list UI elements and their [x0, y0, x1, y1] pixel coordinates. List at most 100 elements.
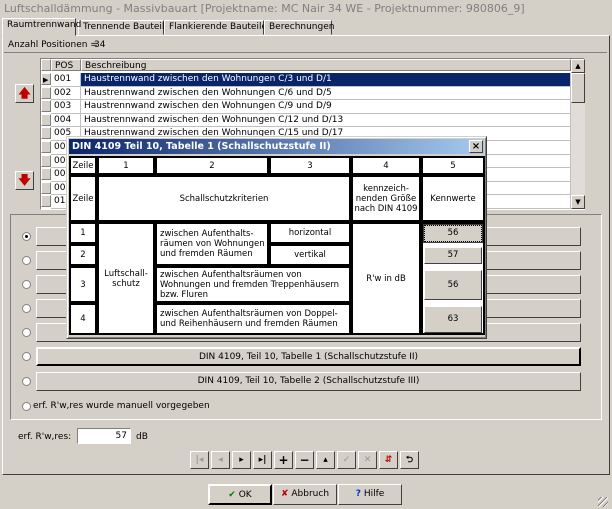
row-pos[interactable]: 002 — [51, 86, 81, 101]
kennwert-57-vertikal[interactable]: 57 — [424, 247, 482, 264]
option-radio-6[interactable] — [22, 352, 31, 361]
hdr-5: 5 — [421, 156, 485, 175]
option-tabelle1-button[interactable]: DIN 4109, Teil 10, Tabelle 1 (Schallschu… — [36, 347, 581, 366]
row-indicator — [41, 113, 51, 126]
ok-button[interactable]: ✔ OK — [208, 484, 272, 505]
erf-input[interactable]: 57 — [77, 428, 131, 444]
row-indicator — [41, 195, 51, 208]
abbruch-button[interactable]: ✘ Abbruch — [273, 484, 337, 505]
close-icon[interactable]: × — [469, 140, 483, 153]
option-radio-3[interactable] — [22, 280, 31, 289]
x-icon: ✘ — [280, 489, 289, 499]
zeile-2: 2 — [69, 244, 97, 266]
erf-label: erf. R'w,res: — [18, 432, 72, 442]
zeile-3: 3 — [69, 266, 97, 303]
row-indicator — [41, 100, 51, 113]
kennwert-56-treppenhaus[interactable]: 56 — [424, 270, 482, 300]
post-icon[interactable]: ✓ — [337, 451, 356, 469]
resize-grip[interactable] — [598, 497, 608, 507]
row-indicator — [41, 141, 51, 153]
hilfe-label: Hilfe — [363, 489, 385, 499]
row4-text: zwischen Aufenthaltsräumen von Doppel- u… — [155, 303, 351, 335]
manual-label: erf. R'w,res wurde manuell vorgegeben — [33, 401, 210, 411]
grid-scrollbar[interactable]: ▲ ▼ — [571, 59, 585, 209]
hdr-1: 1 — [97, 156, 155, 175]
move-down-button[interactable]: 🡇 — [15, 171, 34, 190]
row1-text: zwischen Aufenthalts-räumen von Wohnunge… — [155, 222, 269, 266]
hdr-2: 2 — [155, 156, 269, 175]
grid-header-pos[interactable]: POS — [51, 59, 81, 71]
row-beschreibung[interactable]: Haustrennwand zwischen den Wohnungen C/9… — [81, 100, 571, 114]
row-indicator — [41, 154, 51, 167]
undo-icon[interactable]: ⮌ — [400, 451, 419, 469]
row-indicator — [41, 181, 51, 194]
cancel-icon[interactable]: ✕ — [358, 451, 377, 469]
arrow-down-icon: 🡇 — [18, 173, 31, 187]
edit-icon[interactable]: ▴ — [316, 451, 335, 469]
window-title: Luftschalldämmung - Massivbauart [Projek… — [0, 0, 612, 17]
refresh-icon[interactable]: ⇵ — [379, 451, 398, 469]
prior-icon[interactable]: ◂ — [211, 451, 230, 469]
option-tabelle2-button[interactable]: DIN 4109, Teil 10, Tabelle 2 (Schallschu… — [36, 372, 581, 391]
hdr-4: 4 — [351, 156, 421, 175]
row2-groesse: kennzeich-nenden Größe nach DIN 4109 — [351, 175, 421, 222]
row-pos[interactable]: 003 — [51, 100, 81, 114]
hdr-3: 3 — [269, 156, 351, 175]
row-beschreibung[interactable]: Haustrennwand zwischen den Wohnungen C/1… — [81, 113, 571, 128]
tab-trennende-bauteile[interactable]: Trennende Bauteile — [78, 20, 170, 35]
positions-label: Anzahl Positionen = — [8, 40, 98, 50]
zeile-1: 1 — [69, 222, 97, 244]
db-navigator: |◂ ◂ ▸ ▸| + − ▴ ✓ ✕ ⇵ ⮌ — [190, 449, 423, 471]
row-indicator — [41, 127, 51, 140]
zeile-4: 4 — [69, 303, 97, 335]
row-pos[interactable]: 004 — [51, 113, 81, 128]
delete-icon[interactable]: − — [295, 451, 314, 469]
option-radio-7[interactable] — [22, 377, 31, 386]
scroll-thumb[interactable] — [571, 73, 585, 103]
positions-count: 34 — [94, 40, 106, 50]
question-icon: ? — [355, 489, 361, 499]
row2-kriterien: Schallschutzkriterien — [97, 175, 351, 222]
dialog-table: Zeile 1 2 3 4 5 Zeile Schallschutzkriter… — [69, 154, 485, 336]
row-indicator: ▶ — [41, 73, 51, 85]
row-pos[interactable]: 001 — [51, 73, 81, 87]
arrow-up-icon: 🡅 — [18, 86, 31, 100]
kennwert-63-reihenhaus[interactable]: 63 — [424, 306, 482, 333]
tab-raumtrennwand[interactable]: Raumtrennwand — [2, 18, 81, 36]
row-indicator — [41, 86, 51, 99]
grid-header-beschreibung[interactable]: Beschreibung — [81, 59, 571, 71]
tab-berechnungen[interactable]: Berechnungen — [264, 20, 334, 35]
erf-unit: dB — [136, 432, 148, 442]
option-radio-manual[interactable] — [22, 402, 31, 411]
insert-icon[interactable]: + — [274, 451, 293, 469]
option-radio-4[interactable] — [22, 304, 31, 313]
hilfe-button[interactable]: ? Hilfe — [338, 484, 402, 505]
check-icon: ✔ — [228, 490, 236, 500]
row-beschreibung[interactable]: Haustrennwand zwischen den Wohnungen C/3… — [81, 73, 571, 87]
scroll-down-icon[interactable]: ▼ — [571, 195, 585, 209]
option-radio-1[interactable] — [22, 232, 31, 241]
option-radio-2[interactable] — [22, 256, 31, 265]
last-icon[interactable]: ▸| — [253, 451, 272, 469]
luftschallschutz: Luftschall-schutz — [97, 222, 155, 335]
next-icon[interactable]: ▸ — [232, 451, 251, 469]
rw-label: R'w in dB — [351, 222, 421, 335]
dialog-title: DIN 4109 Teil 10, Tabelle 1 (Schallschut… — [69, 139, 484, 154]
row2-zeile: Zeile — [69, 175, 97, 222]
row-indicator — [41, 168, 51, 181]
row2-kennwerte: Kennwerte — [421, 175, 485, 222]
row-beschreibung[interactable]: Haustrennwand zwischen den Wohnungen C/6… — [81, 86, 571, 101]
ok-label: OK — [238, 490, 252, 500]
kennwert-56-horizontal[interactable]: 56 — [423, 224, 483, 243]
hdr-zeile: Zeile — [69, 156, 97, 175]
row2-vertikal: vertikal — [269, 244, 351, 266]
move-up-button[interactable]: 🡅 — [15, 84, 34, 103]
scroll-up-icon[interactable]: ▲ — [571, 59, 585, 73]
row1-horizontal: horizontal — [269, 222, 351, 244]
tab-flankierende-bauteile[interactable]: Flankierende Bauteile — [164, 20, 267, 35]
row3-text: zwischen Aufenthaltsräumen von Wohnungen… — [155, 266, 351, 303]
option-radio-5[interactable] — [22, 328, 31, 337]
divider — [4, 52, 607, 53]
first-icon[interactable]: |◂ — [190, 451, 209, 469]
grid-indicator-header — [41, 59, 51, 71]
